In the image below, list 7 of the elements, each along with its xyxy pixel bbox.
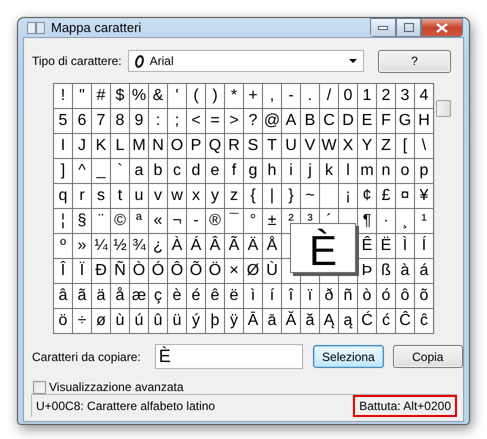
window-title: Mappa caratteri bbox=[51, 20, 142, 35]
keystroke-text: Battuta: Alt+0200 bbox=[353, 395, 457, 417]
advanced-view-label: Visualizzazione avanzata bbox=[49, 380, 184, 394]
font-label: Tipo di carattere: bbox=[32, 54, 122, 68]
copy-label: Caratteri da copiare: bbox=[32, 350, 141, 364]
magnifier-tooltip: È bbox=[290, 223, 356, 273]
character-description: U+00C8: Carattere alfabeto latino bbox=[36, 399, 216, 413]
